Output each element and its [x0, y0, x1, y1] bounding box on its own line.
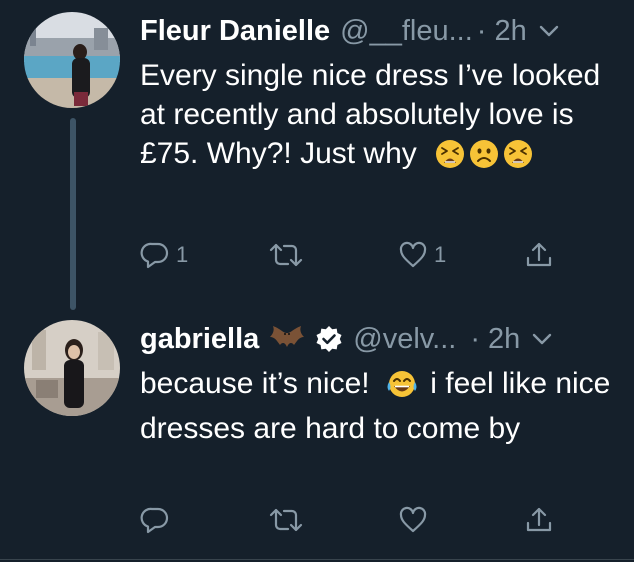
display-name[interactable]: gabriella	[140, 322, 259, 356]
frowning-face-icon	[469, 139, 499, 179]
reply-button[interactable]	[140, 505, 170, 535]
tweet-text-part1: because it’s nice!	[140, 367, 370, 400]
avatar[interactable]	[24, 12, 120, 108]
retweet-icon	[269, 243, 303, 267]
retweet-icon	[269, 508, 303, 532]
reply-icon	[140, 507, 169, 534]
verified-badge-icon	[315, 325, 343, 353]
tweet-header: gabriella @velv... · 2h	[140, 322, 624, 356]
heart-icon	[399, 241, 427, 268]
timestamp[interactable]: · 2h	[470, 322, 520, 356]
tweet-2[interactable]: gabriella @velv... · 2h because it’s nic…	[0, 310, 634, 560]
chevron-down-icon[interactable]	[532, 332, 552, 346]
reply-count: 1	[176, 242, 189, 267]
display-name[interactable]: Fleur Danielle	[140, 14, 330, 48]
retweet-button[interactable]	[268, 505, 304, 535]
tweet-text: because it’s nice! i feel like nice dres…	[140, 364, 620, 448]
username[interactable]: @velv...	[353, 322, 456, 356]
share-button[interactable]	[524, 505, 554, 535]
share-icon	[526, 242, 552, 267]
retweet-button[interactable]	[268, 240, 304, 270]
bat-icon	[269, 323, 305, 355]
tweet-actions	[140, 505, 560, 545]
like-button[interactable]	[398, 505, 428, 535]
tweet-actions: 1 1	[140, 240, 560, 280]
share-icon	[526, 507, 552, 532]
thread-line	[70, 118, 76, 310]
share-button[interactable]	[524, 240, 554, 270]
username[interactable]: @__fleu...	[340, 14, 473, 48]
avatar[interactable]	[24, 320, 120, 416]
divider	[0, 559, 634, 560]
tears-of-joy-face-icon	[386, 369, 418, 409]
reply-icon	[140, 242, 169, 269]
timestamp[interactable]: · 2h	[477, 14, 527, 48]
like-count: 1	[434, 242, 447, 267]
tired-face-icon	[435, 139, 465, 179]
like-button[interactable]: 1	[398, 240, 446, 270]
reply-button[interactable]: 1	[140, 240, 188, 270]
tweet-header: Fleur Danielle @__fleu... · 2h	[140, 14, 624, 48]
chevron-down-icon[interactable]	[539, 24, 559, 38]
tweet-text: Every single nice dress I’ve looked at r…	[140, 56, 620, 179]
heart-icon	[399, 506, 427, 533]
tweet-1[interactable]: Fleur Danielle @__fleu... · 2h Every sin…	[0, 0, 634, 310]
tired-face-icon	[503, 139, 533, 179]
